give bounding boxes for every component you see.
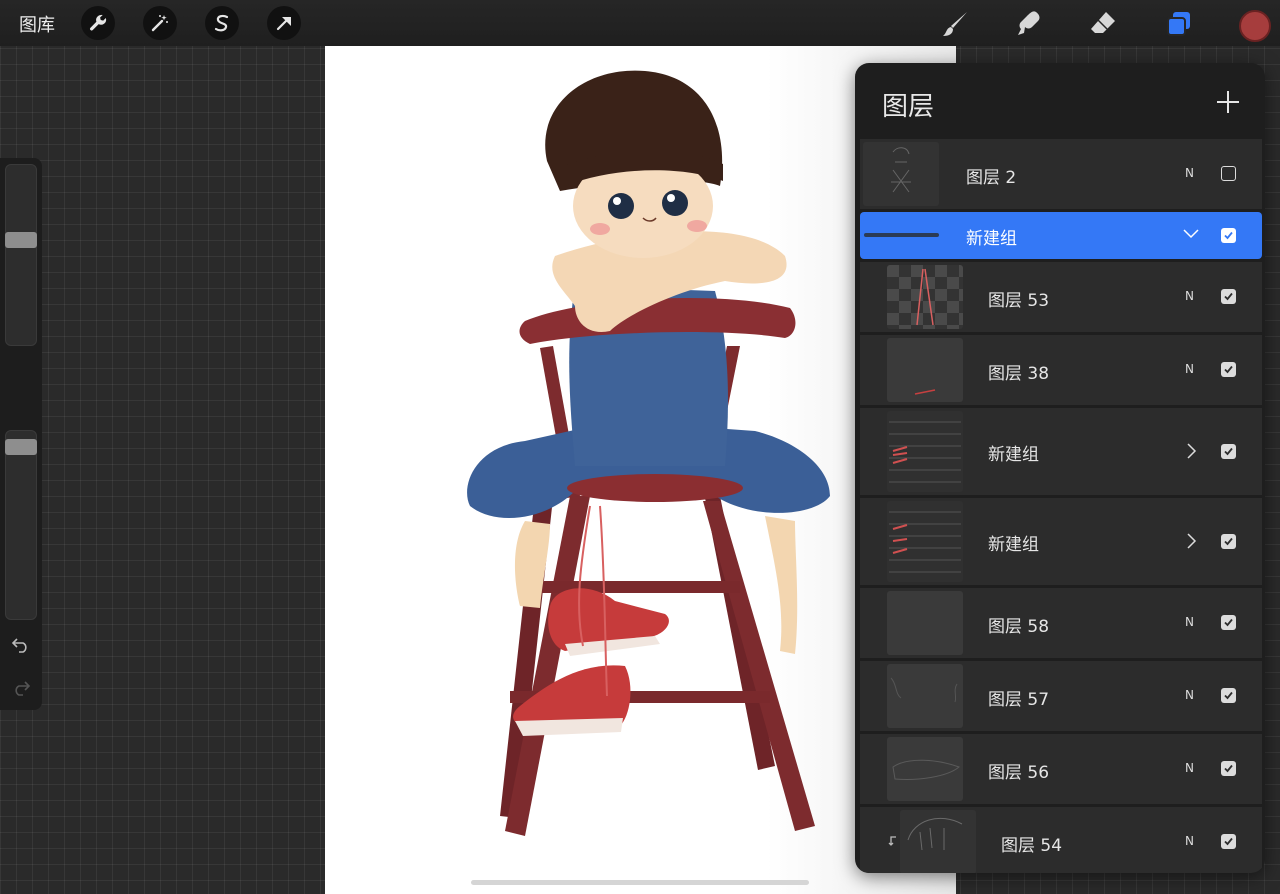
visibility-checkbox[interactable]	[1221, 362, 1236, 377]
layer-thumbnail	[887, 664, 963, 728]
visibility-checkbox[interactable]	[1221, 688, 1236, 703]
layer-name: 图层 38	[988, 364, 1050, 384]
layer-name: 图层 57	[988, 690, 1050, 710]
brush-size-thumb[interactable]	[5, 232, 37, 248]
layer-row[interactable]: 图层 56 N	[860, 734, 1262, 804]
layer-name: 图层 56	[988, 763, 1050, 783]
layer-thumbnail	[900, 810, 976, 873]
visibility-checkbox[interactable]	[1221, 444, 1236, 459]
layers-panel-title: 图层	[882, 92, 935, 122]
layer-thumbnail	[887, 591, 963, 655]
layer-group-row[interactable]: 新建组	[860, 498, 1262, 585]
home-indicator	[471, 880, 809, 885]
layer-name: 图层 58	[988, 617, 1050, 637]
chevron-right-icon[interactable]	[1186, 442, 1198, 460]
layer-name: 图层 54	[1001, 836, 1063, 856]
layer-name: 新建组	[966, 229, 1017, 249]
check-icon	[1224, 618, 1233, 627]
layer-row[interactable]: 图层 54 N	[860, 807, 1262, 873]
plus-icon[interactable]	[1213, 87, 1243, 117]
layer-row[interactable]: 图层 2 N	[860, 139, 1262, 209]
layer-thumbnail	[887, 338, 963, 402]
redo-icon[interactable]	[11, 680, 31, 696]
group-thumbnail	[887, 501, 963, 582]
check-icon	[1224, 691, 1233, 700]
transform-arrow-icon	[276, 16, 291, 31]
check-icon	[1224, 447, 1233, 456]
check-icon	[1224, 837, 1233, 846]
opacity-slider[interactable]	[5, 430, 37, 620]
layer-group-row-selected[interactable]: 新建组	[860, 212, 1262, 259]
chevron-right-icon[interactable]	[1186, 532, 1198, 550]
eraser-icon	[1091, 12, 1115, 33]
brush-tool-button[interactable]	[938, 7, 972, 41]
check-icon	[1224, 537, 1233, 546]
visibility-checkbox[interactable]	[1221, 615, 1236, 630]
top-toolbar: 图库	[0, 0, 1280, 46]
check-icon	[1224, 365, 1233, 374]
layer-row[interactable]: 图层 58 N	[860, 588, 1262, 658]
layer-row[interactable]: 图层 38 N	[860, 335, 1262, 405]
smudge-icon	[1018, 11, 1040, 35]
chevron-down-icon[interactable]	[1182, 228, 1200, 240]
gallery-button[interactable]: 图库	[19, 11, 55, 37]
eraser-tool-button[interactable]	[1086, 7, 1120, 41]
wrench-icon	[90, 14, 107, 31]
visibility-checkbox[interactable]	[1221, 166, 1236, 181]
layer-row[interactable]: 图层 57 N	[860, 661, 1262, 731]
visibility-checkbox[interactable]	[1221, 228, 1236, 243]
blend-mode-label[interactable]: N	[1185, 615, 1194, 629]
layer-name: 图层 53	[988, 291, 1050, 311]
visibility-checkbox[interactable]	[1221, 534, 1236, 549]
layers-tool-button[interactable]	[1162, 7, 1196, 41]
layer-name: 图层 2	[966, 168, 1017, 188]
clipping-mask-icon	[888, 836, 896, 846]
blend-mode-label[interactable]: N	[1185, 362, 1194, 376]
color-picker-swatch[interactable]	[1239, 10, 1271, 42]
layers-panel: 图层 图层 2 N 新建组 图层 53 N 图层 38 N 新建组 新建组 图层…	[855, 63, 1265, 873]
layers-icon	[1167, 12, 1190, 36]
visibility-checkbox[interactable]	[1221, 761, 1236, 776]
brush-icon	[943, 12, 967, 36]
brush-size-slider[interactable]	[5, 164, 37, 346]
left-sidebar	[0, 158, 42, 710]
group-thumbnail	[887, 411, 963, 492]
adjustments-button[interactable]	[143, 6, 177, 40]
actions-button[interactable]	[81, 6, 115, 40]
magic-wand-icon	[151, 15, 168, 32]
group-bar	[864, 233, 939, 237]
blend-mode-label[interactable]: N	[1185, 688, 1194, 702]
blend-mode-label[interactable]: N	[1185, 761, 1194, 775]
check-icon	[1224, 292, 1233, 301]
blend-mode-label[interactable]: N	[1185, 289, 1194, 303]
layer-thumbnail	[887, 265, 963, 329]
visibility-checkbox[interactable]	[1221, 834, 1236, 849]
layer-name: 新建组	[988, 445, 1039, 465]
layer-thumbnail	[863, 142, 939, 206]
undo-icon[interactable]	[11, 637, 31, 653]
blend-mode-label[interactable]: N	[1185, 166, 1194, 180]
selection-button[interactable]	[205, 6, 239, 40]
check-icon	[1224, 764, 1233, 773]
layer-row[interactable]: 图层 53 N	[860, 262, 1262, 332]
smudge-tool-button[interactable]	[1012, 7, 1046, 41]
layer-thumbnail	[887, 737, 963, 801]
layer-group-row[interactable]: 新建组	[860, 408, 1262, 495]
visibility-checkbox[interactable]	[1221, 289, 1236, 304]
layer-name: 新建组	[988, 535, 1039, 555]
check-icon	[1224, 231, 1233, 240]
transform-button[interactable]	[267, 6, 301, 40]
opacity-thumb[interactable]	[5, 439, 37, 455]
blend-mode-label[interactable]: N	[1185, 834, 1194, 848]
selection-s-icon	[214, 14, 229, 32]
